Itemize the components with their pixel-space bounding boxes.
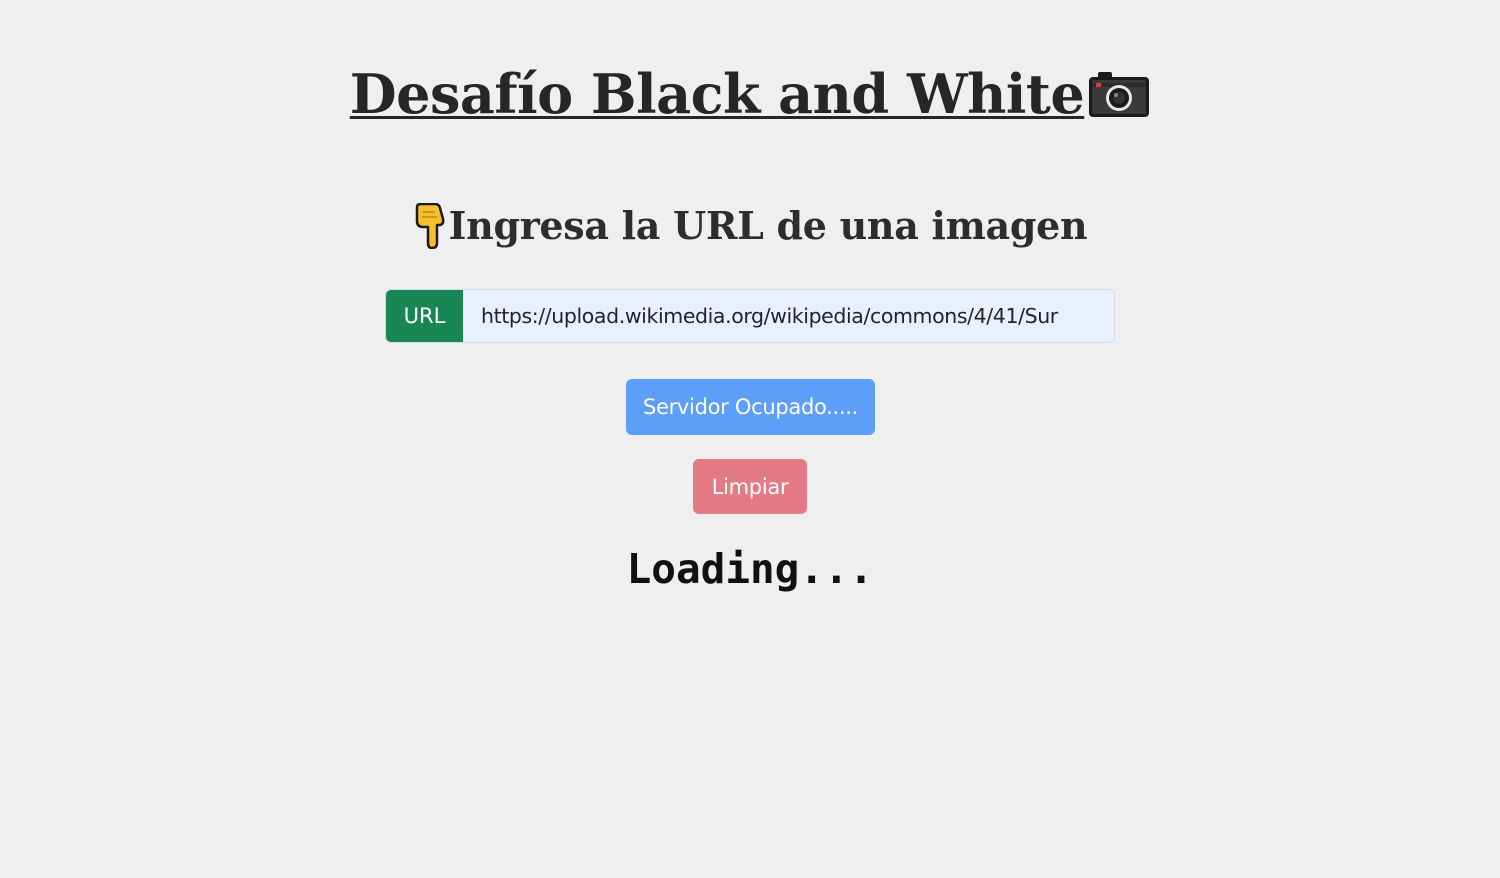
form-heading: Ingresa la URL de una imagen (0, 202, 1500, 254)
camera-icon (1088, 71, 1150, 124)
clear-button[interactable]: Limpiar (693, 459, 807, 514)
url-label: URL (386, 290, 463, 342)
url-input-group: URL (385, 289, 1115, 343)
submit-button[interactable]: Servidor Ocupado..... (626, 379, 875, 435)
form-subtitle: Ingresa la URL de una imagen (448, 203, 1088, 248)
pointing-down-hand-icon (413, 202, 447, 254)
page-title-link[interactable]: Desafío Black and White (350, 62, 1085, 126)
page-header: Desafío Black and White (0, 62, 1500, 126)
loading-status: Loading... (626, 545, 874, 593)
url-input[interactable] (463, 290, 1114, 342)
